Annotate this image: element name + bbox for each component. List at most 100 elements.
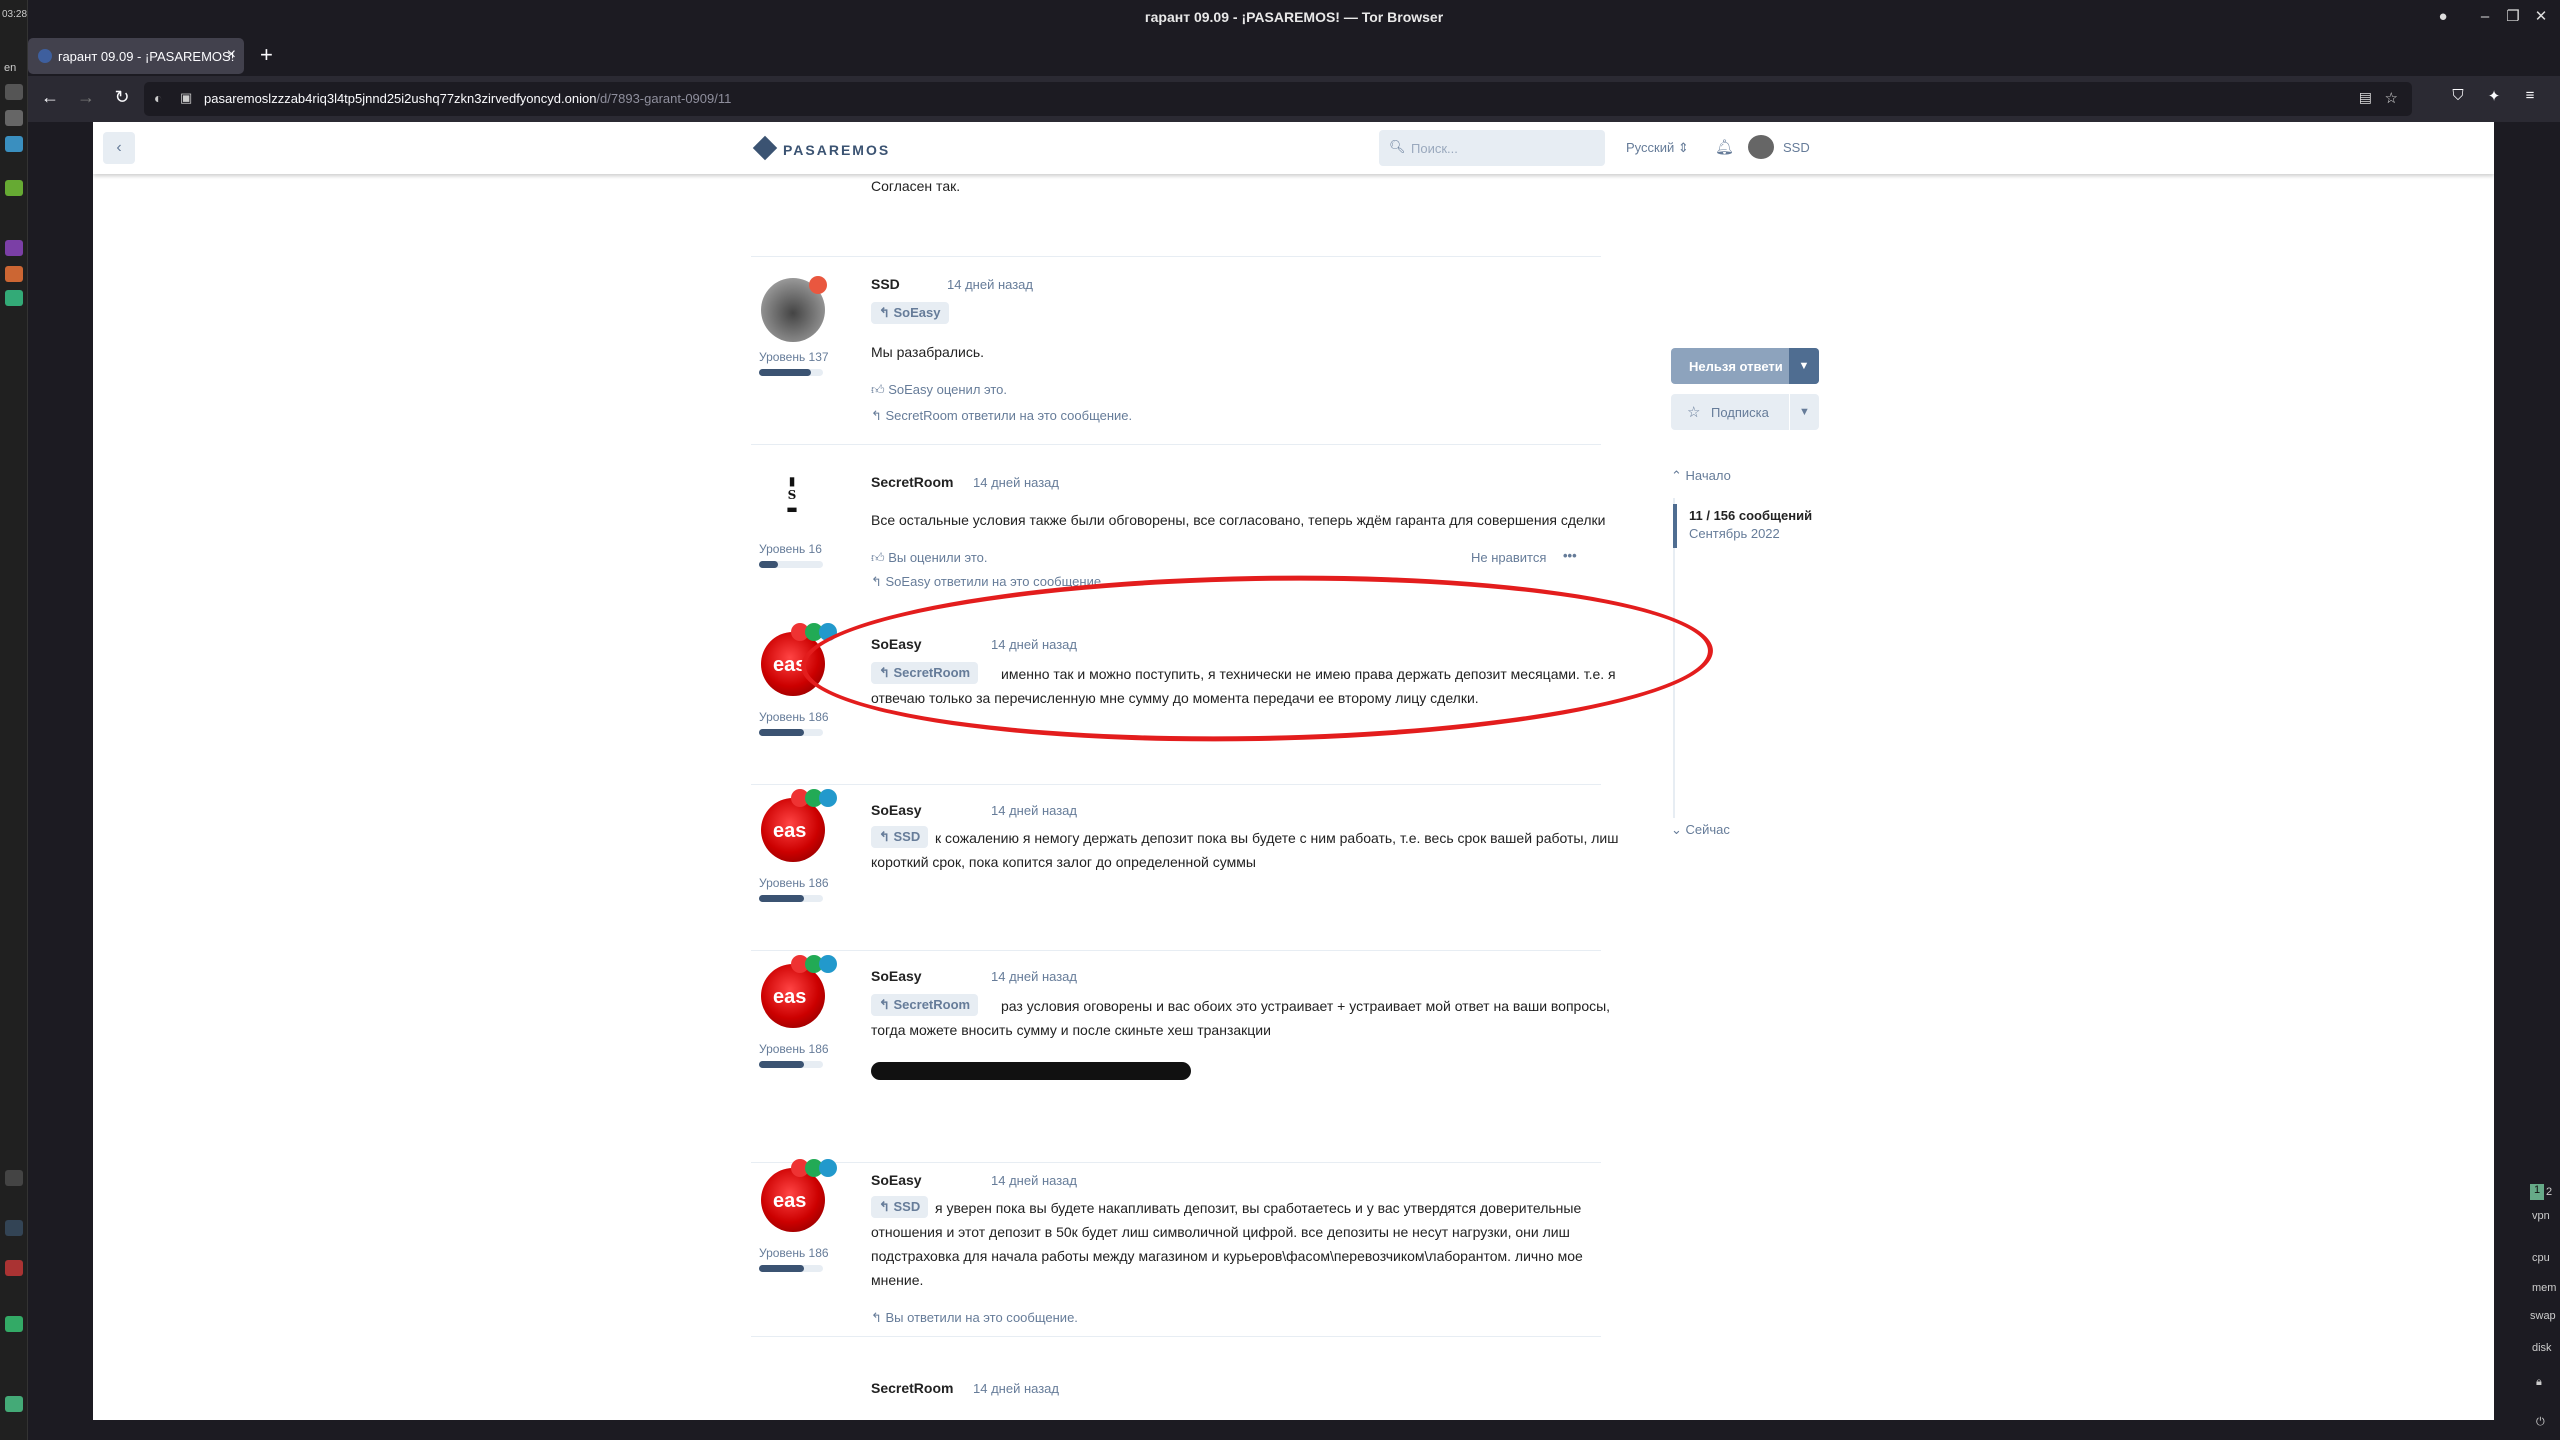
- reader-view-icon[interactable]: ▤: [2359, 89, 2372, 106]
- post-time[interactable]: 14 дней назад: [991, 803, 1077, 818]
- back-arrow-icon[interactable]: ←: [38, 87, 62, 108]
- lock-icon[interactable]: 🔒︎: [2536, 1376, 2542, 1389]
- files-icon[interactable]: [5, 1316, 23, 1332]
- scrubber-date: Сентябрь 2022: [1689, 526, 1780, 541]
- power-icon[interactable]: ⏻: [2536, 1416, 2545, 1429]
- app-icon[interactable]: [5, 266, 23, 282]
- forward-arrow-icon[interactable]: →: [74, 87, 98, 108]
- new-tab-icon[interactable]: +: [260, 42, 273, 68]
- reply-to-tag[interactable]: ↰ SSD: [871, 1196, 929, 1218]
- close-tab-icon[interactable]: ×: [227, 46, 236, 64]
- keyboard-layout[interactable]: en: [4, 62, 16, 74]
- language-select[interactable]: Русский ⇕: [1626, 140, 1689, 156]
- avatar[interactable]: ▮ S ▬: [761, 470, 825, 534]
- post-author[interactable]: SecretRoom: [871, 1380, 953, 1396]
- reply-to-tag[interactable]: ↰ SSD: [871, 826, 929, 848]
- new-identity-icon[interactable]: ✦: [2482, 87, 2506, 105]
- replies-line[interactable]: ↰ SecretRoom ответили на это сообщение.: [871, 408, 1132, 424]
- chevron-down-icon[interactable]: ▼: [1789, 348, 1819, 384]
- post-time[interactable]: 14 дней назад: [973, 475, 1059, 490]
- bookmark-star-icon[interactable]: ☆: [2385, 89, 2398, 107]
- scrubber-handle[interactable]: [1673, 504, 1677, 548]
- subscribe-button[interactable]: ☆ Подписка ▼: [1671, 394, 1819, 430]
- post-body: я уверен пока вы будете накапливать депо…: [871, 1200, 1583, 1288]
- search-placeholder: Поиск...: [1411, 141, 1458, 156]
- menu-icon[interactable]: ≡: [2518, 87, 2542, 104]
- network-icon[interactable]: [5, 136, 23, 152]
- more-options-icon[interactable]: •••: [1563, 548, 1577, 563]
- reply-to-tag[interactable]: ↰ SecretRoom: [871, 994, 979, 1016]
- fire-badge-icon: [809, 276, 827, 294]
- divider: [751, 784, 1601, 785]
- app-icon[interactable]: [5, 1260, 23, 1276]
- avatar[interactable]: [761, 1376, 825, 1420]
- post-time[interactable]: 14 дней назад: [991, 1173, 1077, 1188]
- app-icon[interactable]: [5, 1396, 23, 1412]
- close-window-icon[interactable]: ✕: [2530, 6, 2552, 28]
- post-body: Согласен так.: [871, 178, 961, 194]
- post-time[interactable]: 14 дней назад: [973, 1381, 1059, 1396]
- post-author[interactable]: SoEasy: [871, 802, 922, 818]
- post-author[interactable]: SecretRoom: [871, 474, 953, 490]
- divider: [751, 950, 1601, 951]
- dislike-button[interactable]: Не нравится: [1471, 550, 1546, 565]
- scrubber-position: 11 / 156 сообщений: [1689, 508, 1813, 523]
- post-author[interactable]: SoEasy: [871, 968, 922, 984]
- badge-icon: [819, 1159, 837, 1177]
- divider: [751, 444, 1601, 445]
- replies-line[interactable]: ↰ Вы ответили на это сообщение.: [871, 1310, 1078, 1326]
- scrubber-start[interactable]: ⌃ Начало: [1671, 468, 1731, 484]
- vpn-icon[interactable]: [5, 180, 23, 196]
- level-bar: [759, 369, 823, 376]
- user-level: Уровень 16: [759, 542, 822, 556]
- clock: 03:28: [2, 9, 28, 20]
- workspace-2[interactable]: 2: [2546, 1186, 2552, 1198]
- notifications-icon[interactable]: [5, 110, 23, 126]
- bell-icon[interactable]: 🔔︎: [1715, 138, 1734, 156]
- level-bar: [759, 561, 823, 568]
- search-icon: 🔍︎: [1389, 139, 1406, 154]
- app-icon[interactable]: [5, 290, 23, 306]
- minimize-icon[interactable]: –: [2474, 6, 2496, 28]
- level-bar: [759, 1265, 823, 1272]
- post-author[interactable]: SoEasy: [871, 1172, 922, 1188]
- url-text[interactable]: pasaremoslzzzab4riq3l4tp5jnnd25i2ushq77z…: [204, 91, 731, 106]
- post-time[interactable]: 14 дней назад: [947, 277, 1033, 292]
- search-input[interactable]: 🔍︎ Поиск...: [1379, 130, 1605, 166]
- browser-tab[interactable]: гарант 09.09 - ¡PASAREMOS! ×: [28, 38, 244, 74]
- app-icon[interactable]: [5, 1220, 23, 1236]
- tor-circuit-icon[interactable]: ◐: [154, 90, 162, 106]
- clipboard-icon[interactable]: [5, 84, 23, 100]
- address-bar[interactable]: ◐ ▣ pasaremoslzzzab4riq3l4tp5jnnd25i2ush…: [144, 82, 2412, 116]
- likes-line[interactable]: 👍︎ SoEasy оценил это.: [871, 382, 1007, 398]
- avatar[interactable]: [1748, 135, 1774, 159]
- username[interactable]: SSD: [1783, 140, 1810, 155]
- maximize-icon[interactable]: ❐: [2502, 6, 2524, 28]
- disk-monitor: disk: [2532, 1342, 2552, 1354]
- avatar[interactable]: eas: [761, 798, 825, 862]
- tor-browser-icon[interactable]: [5, 240, 23, 256]
- logo-icon: [752, 135, 778, 161]
- post-time[interactable]: 14 дней назад: [991, 969, 1077, 984]
- back-button[interactable]: ‹: [103, 132, 135, 164]
- chevron-down-icon[interactable]: ▼: [1789, 394, 1819, 430]
- reload-icon[interactable]: ↻: [110, 87, 134, 108]
- scrubber-now[interactable]: ⌄ Сейчас: [1671, 822, 1730, 838]
- avatar[interactable]: eas: [761, 1168, 825, 1232]
- divider: [751, 1162, 1601, 1163]
- shield-icon[interactable]: ⛉: [2446, 87, 2470, 104]
- post-author[interactable]: SSD: [871, 276, 900, 292]
- workspace-1[interactable]: 1: [2530, 1184, 2544, 1200]
- level-bar: [759, 895, 823, 902]
- reply-to-tag[interactable]: ↰ SoEasy: [871, 302, 949, 324]
- window-title: гарант 09.09 - ¡PASAREMOS! — Tor Browser: [1144, 9, 1444, 25]
- terminal-icon[interactable]: [5, 1170, 23, 1186]
- reply-button[interactable]: Нельзя ответи ▼: [1671, 348, 1819, 384]
- user-level: Уровень 186: [759, 1042, 829, 1056]
- dot-icon: ●: [2438, 8, 2448, 25]
- post-body: Все остальные условия также были обговор…: [871, 512, 1606, 528]
- page-icon: ▣: [180, 90, 193, 105]
- avatar[interactable]: eas: [761, 964, 825, 1028]
- redaction-scribble: [871, 1062, 1191, 1080]
- likes-line[interactable]: 👍︎ Вы оценили это.: [871, 550, 988, 566]
